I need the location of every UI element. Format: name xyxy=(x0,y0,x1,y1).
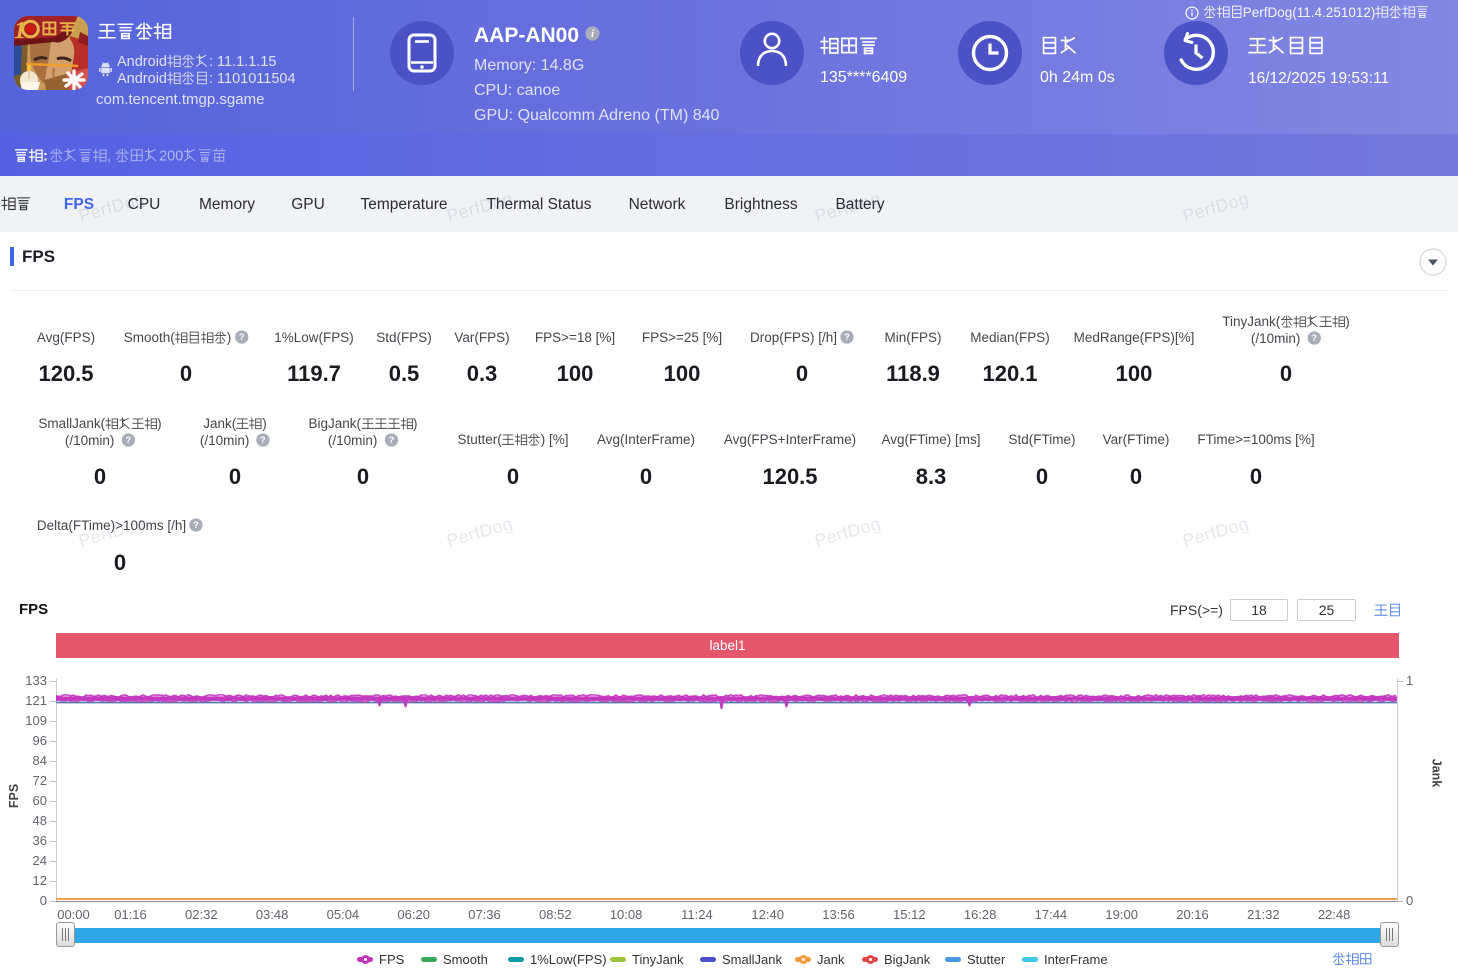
svg-text:?: ? xyxy=(388,435,394,445)
svg-text:?: ? xyxy=(125,435,131,445)
svg-text:i: i xyxy=(591,29,594,40)
svg-text:?: ? xyxy=(1311,333,1317,343)
svg-text:?: ? xyxy=(193,520,199,530)
svg-text:?: ? xyxy=(844,332,850,342)
svg-text:?: ? xyxy=(238,332,244,342)
svg-text:?: ? xyxy=(260,435,266,445)
